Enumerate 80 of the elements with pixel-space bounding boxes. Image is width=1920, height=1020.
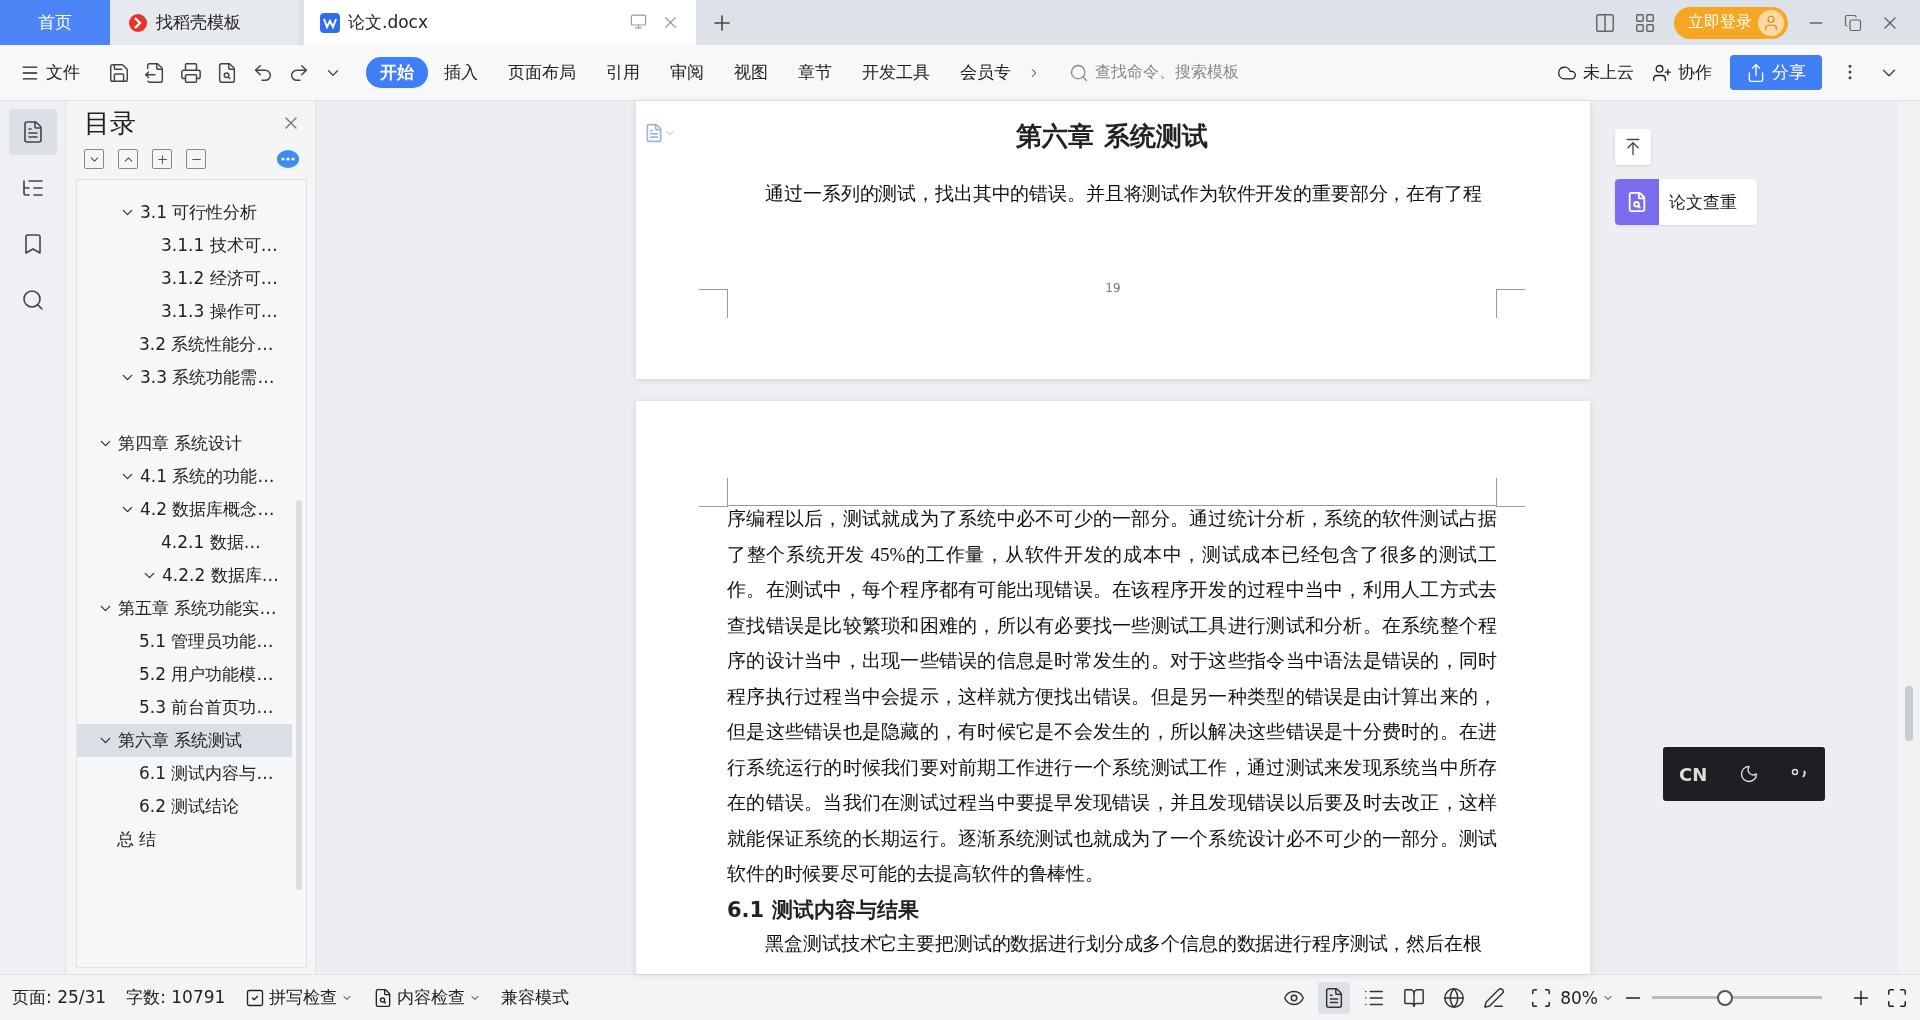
ribbon-tab[interactable]: 开发工具 (848, 57, 944, 88)
monitor-icon[interactable] (630, 13, 647, 30)
fullscreen-icon[interactable] (1886, 986, 1908, 1009)
page-indicator: 页面: 25/31 (12, 986, 107, 1009)
toc-item[interactable]: 4.2.1 数据… (77, 526, 292, 559)
restore-icon[interactable] (1844, 13, 1862, 32)
moon-icon[interactable] (1739, 764, 1760, 784)
export-icon[interactable] (144, 61, 166, 84)
chapter-heading: 第六章 系统测试 (1015, 120, 1209, 153)
toc-item[interactable]: 第四章 系统设计 (77, 427, 292, 460)
file-menu[interactable]: 文件 (20, 61, 80, 84)
slider-thumb[interactable] (1716, 989, 1733, 1006)
toc-item[interactable]: 第六章 系统测试 (77, 724, 292, 757)
panel-title: 目录 (84, 106, 136, 140)
toc-item[interactable]: 4.2 数据库概念… (77, 493, 292, 526)
toc-item[interactable]: 3.1 可行性分析 (77, 196, 292, 229)
doc-search-icon (1626, 191, 1648, 213)
crop-mark (1496, 289, 1525, 318)
toc-item[interactable]: 总 结 (77, 823, 292, 856)
body-paragraph: 序编程以后，测试就成为了系统中必不可少的一部分。通过统计分析，系统的软件测试占据了整个系统开发 45%的工作量，从软件开发的成本中，测试成本已经包含了很多的测试工作。在测试中，每个程序都有可能出现错误。在该程序开发的过程中当中，利用人工方式去查找错误是比较繁琐和困难的，所以有必要找一些测试工具进行测试和分析。在系统整个程序的设计当中，出现一些错误的信息是时常发生的。对于这些指令当中语法是错误的，同时程序执行过程当中会提示，这样就方便找出错误。但是另一种类型的错误是由计算出来的，但是这些错误也是隐藏的，有时候它是不会发生的，所以解决这些错误是十分费时的。在进行系统运行的时候我们要对前期工作进行一个系统测试工作，通过测试来发现系统当中所存在的错误。当我们在测试过程当中要提早发现错误，并且发现错误以后要及时去改正，这样就能保证系统的长期运行。逐渐系统测试也就成为了一个系统设计必不可少的一部分。测试软件的时候要尽可能的去提高软件的鲁棒性。 (727, 507, 1497, 886)
compat-mode: 兼容模式 (501, 986, 570, 1009)
rail-button[interactable] (8, 109, 57, 155)
grid-icon[interactable] (1634, 11, 1656, 34)
add-level-icon[interactable] (152, 149, 172, 169)
share-icon[interactable] (1746, 62, 1766, 83)
word-count: 字数: 10791 (126, 986, 226, 1009)
preview-icon[interactable] (216, 61, 238, 84)
body-paragraph: 通过一系列的测试，找出其中的错误。并且将测试作为软件开发的重要部分，在有了程 (764, 182, 1483, 206)
share-button[interactable]: 分享 (1730, 55, 1822, 90)
ribbon-tab[interactable]: 页面布局 (494, 57, 590, 88)
spell-check-button[interactable]: 拼写检查 (245, 986, 354, 1009)
ribbon-tab[interactable]: 章节 (784, 57, 846, 88)
crop-mark (699, 289, 728, 318)
docer-logo-icon (128, 12, 148, 33)
remove-level-icon[interactable] (186, 149, 206, 169)
scrollbar[interactable] (1898, 101, 1920, 974)
section-heading: 6.1 测试内容与结果 (727, 896, 920, 924)
tab[interactable]: 找稻壳模板 (110, 0, 298, 45)
ribbon-tab[interactable]: 插入 (430, 57, 492, 88)
fit-page-icon[interactable] (1530, 986, 1553, 1009)
toc-item[interactable]: 3.1.1 技术可… (77, 229, 292, 262)
ribbon-tab[interactable]: 开始 (366, 57, 428, 88)
collapse-all-icon[interactable] (118, 149, 138, 169)
toc-item[interactable]: 第五章 系统功能实… (77, 592, 292, 625)
page-number: 19 (1105, 281, 1121, 295)
toc-item[interactable]: 3.1.2 经济可… (77, 262, 292, 295)
collapse-panel-button[interactable] (1615, 129, 1651, 165)
tab[interactable]: 论文.docx (304, 0, 696, 45)
toc-item[interactable]: 4.1 系统的功能… (77, 460, 292, 493)
toc-item[interactable]: 5.3 前台首页功… (77, 691, 292, 724)
toc-item[interactable]: 5.2 用户功能模… (77, 658, 292, 691)
toc-item[interactable]: 6.1 测试内容与… (77, 757, 292, 790)
collab-button[interactable]: 协作 (1652, 61, 1712, 84)
toc-item[interactable]: 3.3 系统功能需… (77, 361, 292, 394)
paper-check-button[interactable]: 论文查重 (1615, 179, 1757, 225)
user-plus-icon[interactable] (1652, 62, 1672, 83)
toc-item[interactable]: 3.2 系统性能分… (77, 328, 292, 361)
save-icon[interactable] (108, 61, 130, 84)
toc-item[interactable]: 4.2.2 数据库… (77, 559, 292, 592)
writer-logo-icon (320, 12, 340, 33)
content-check-button[interactable]: 内容检查 (373, 986, 482, 1009)
input-language[interactable]: CN (1678, 763, 1708, 785)
input-method-widget[interactable]: CN (1663, 747, 1825, 801)
search-icon[interactable] (20, 288, 45, 312)
toc-item[interactable]: 3.1.3 操作可… (77, 295, 292, 328)
search-field[interactable]: 查找命令、搜索模板 (1069, 62, 1319, 83)
ribbon-tab[interactable]: 审阅 (656, 57, 718, 88)
check-icon (245, 987, 266, 1008)
ribbon-tab[interactable]: 视图 (720, 57, 782, 88)
cloud-button[interactable]: 未上云 (1557, 61, 1634, 84)
layout-icon[interactable] (1594, 11, 1616, 34)
print-icon[interactable] (180, 61, 202, 84)
toc-item[interactable]: 5.1 管理员功能… (77, 625, 292, 658)
toc-item[interactable]: 6.2 测试结论 (77, 790, 292, 823)
expand-all-icon[interactable] (84, 149, 104, 169)
assistant-icon[interactable] (277, 150, 299, 168)
zoom-dropdown[interactable]: 80% (1560, 987, 1614, 1008)
ribbon-tab[interactable]: 会员专 (946, 57, 1025, 88)
ribbon-tab[interactable]: 引用 (592, 57, 654, 88)
body-paragraph: 黑盒测试技术它主要把测试的数据进行划分成多个信息的数据进行程序测试，然后在根 (764, 931, 1483, 956)
